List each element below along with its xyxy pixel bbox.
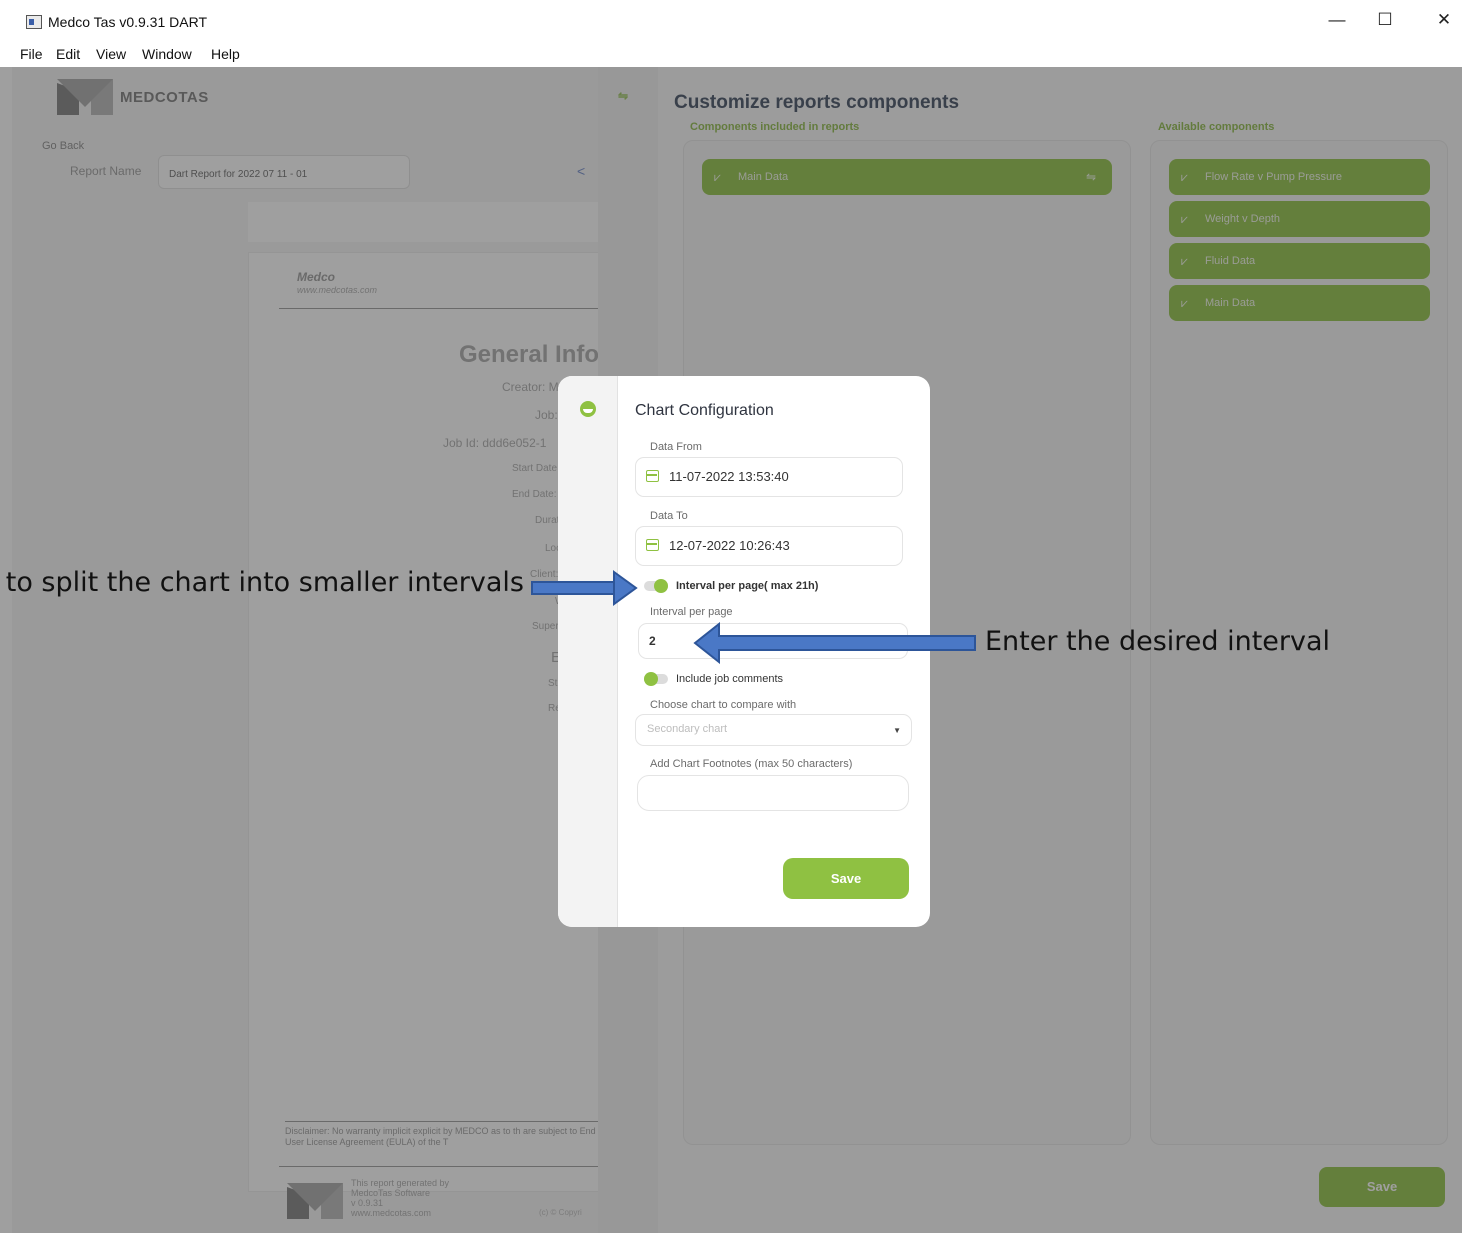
data-from-label: Data From <box>650 441 702 453</box>
app-icon <box>26 15 42 29</box>
title-bar: Medco Tas v0.9.31 DART — ☐ ✕ <box>12 0 1462 44</box>
interval-label: Interval per page <box>650 606 733 618</box>
data-to-value: 12-07-2022 10:26:43 <box>669 538 790 553</box>
footnotes-label: Add Chart Footnotes (max 50 characters) <box>650 758 853 770</box>
minimize-button[interactable]: — <box>1322 10 1352 30</box>
interval-per-page-toggle[interactable] <box>644 579 668 593</box>
window-title: Medco Tas v0.9.31 DART <box>48 14 208 30</box>
data-from-input[interactable]: 11-07-2022 13:53:40 <box>635 457 903 497</box>
annotation-interval-text: Enter the desired interval <box>985 626 1331 657</box>
toggle-knob <box>644 672 658 686</box>
menu-file[interactable]: File <box>20 46 43 62</box>
include-comments-toggle[interactable] <box>644 672 668 686</box>
toggle-knob <box>654 579 668 593</box>
data-to-input[interactable]: 12-07-2022 10:26:43 <box>635 526 903 566</box>
compare-label: Choose chart to compare with <box>650 699 797 711</box>
annotation-arrow-left-icon <box>693 622 976 664</box>
menu-edit[interactable]: Edit <box>56 46 80 62</box>
interval-toggle-label: Interval per page( max 21h) <box>676 580 819 592</box>
menu-window[interactable]: Window <box>142 46 192 62</box>
data-to-label: Data To <box>650 510 688 522</box>
interval-value: 2 <box>649 634 656 648</box>
annotation-arrow-right-icon <box>531 570 638 606</box>
compare-chart-select[interactable]: Secondary chart ▼ <box>635 714 912 746</box>
chart-config-icon <box>580 401 596 417</box>
app-window: Medco Tas v0.9.31 DART — ☐ ✕ File Edit V… <box>0 0 1462 1233</box>
include-comments-label: Include job comments <box>676 673 783 685</box>
close-button[interactable]: ✕ <box>1429 10 1459 30</box>
dialog-sidebar <box>558 376 618 927</box>
caret-down-icon: ▼ <box>893 726 901 735</box>
calendar-icon <box>646 539 659 551</box>
menu-help[interactable]: Help <box>211 46 240 62</box>
maximize-button[interactable]: ☐ <box>1370 10 1400 30</box>
annotation-split-text: Switch to split the chart into smaller i… <box>0 567 524 598</box>
data-from-value: 11-07-2022 13:53:40 <box>669 469 789 484</box>
footnotes-input[interactable] <box>637 775 909 811</box>
compare-placeholder: Secondary chart <box>647 723 728 735</box>
menu-bar: File Edit View Window Help <box>12 44 1462 66</box>
calendar-icon <box>646 470 659 482</box>
dialog-title: Chart Configuration <box>635 402 774 419</box>
dialog-save-button[interactable]: Save <box>783 858 909 899</box>
menu-view[interactable]: View <box>96 46 126 62</box>
